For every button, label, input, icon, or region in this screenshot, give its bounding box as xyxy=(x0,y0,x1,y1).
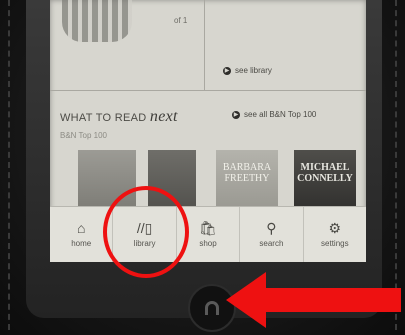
library-panel: ▶ see library xyxy=(205,0,366,90)
shop-icon: 🛍 xyxy=(199,220,217,236)
see-library-label: see library xyxy=(235,66,272,75)
arrow-right-icon: ▶ xyxy=(223,66,231,75)
book-covers-row: BARBARA FREETHY MICHAEL CONNELLY xyxy=(50,150,366,206)
nav-label: shop xyxy=(199,239,217,248)
red-arrow-annotation xyxy=(226,272,401,328)
see-library-link[interactable]: ▶ see library xyxy=(223,66,272,75)
n-logo-icon xyxy=(205,301,219,315)
ereader-screen: of 1 ▶ see library WHAT TO READ next ▶ s… xyxy=(50,0,366,262)
nav-settings[interactable]: ⚙ settings xyxy=(304,207,366,262)
cover-title: MICHAEL CONNELLY xyxy=(297,162,353,184)
gear-icon: ⚙ xyxy=(328,220,342,236)
section-subtitle: B&N Top 100 xyxy=(60,131,107,140)
home-icon: ⌂ xyxy=(76,220,86,236)
section-divider xyxy=(50,90,366,91)
nav-search[interactable]: ⚲ search xyxy=(240,207,304,262)
book-thumbnail[interactable] xyxy=(62,0,132,42)
nav-label: settings xyxy=(321,239,349,248)
book-cover[interactable]: BARBARA FREETHY xyxy=(216,150,278,206)
search-icon: ⚲ xyxy=(266,220,277,236)
what-to-read-heading: WHAT TO READ next xyxy=(60,108,178,126)
bottom-nav-bar: ⌂ home //▯ library 🛍 shop ⚲ search ⚙ set… xyxy=(50,206,366,262)
see-all-top100-link[interactable]: ▶ see all B&N Top 100 xyxy=(232,110,316,119)
nav-label: search xyxy=(259,239,284,248)
nav-label: home xyxy=(71,239,92,248)
see-all-label: see all B&N Top 100 xyxy=(244,110,317,119)
cover-title: BARBARA FREETHY xyxy=(222,162,272,184)
arrow-right-icon: ▶ xyxy=(232,110,240,119)
heading-next: next xyxy=(149,108,178,125)
heading-prefix: WHAT TO READ xyxy=(60,112,147,124)
page-count: of 1 xyxy=(174,16,188,25)
current-read-panel[interactable]: of 1 xyxy=(50,0,205,90)
highlight-circle xyxy=(103,186,189,278)
book-cover[interactable]: MICHAEL CONNELLY xyxy=(294,150,356,206)
